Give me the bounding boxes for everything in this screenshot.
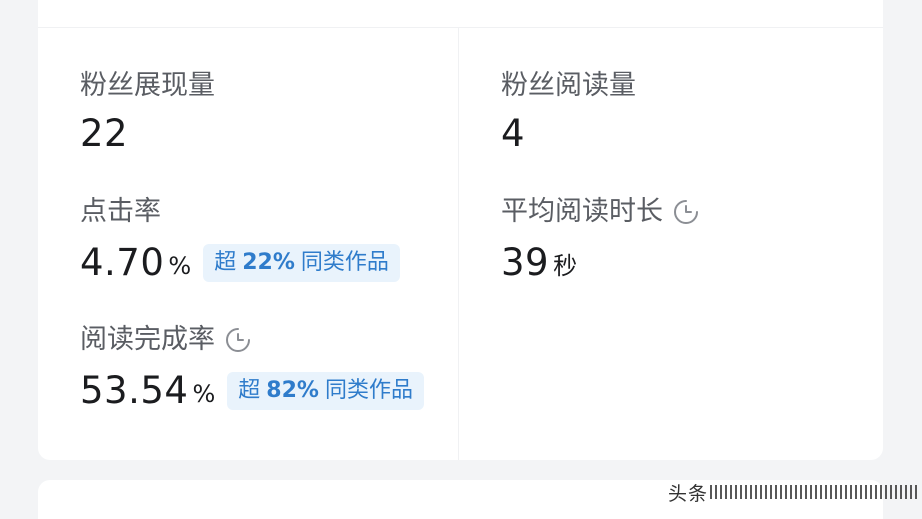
metric-label: 平均阅读时长 [501, 196, 663, 227]
metric-label: 点击率 [80, 196, 161, 227]
metric-value: 39 [501, 241, 550, 284]
metric-label: 阅读完成率 [80, 324, 215, 355]
metric-value-row: 4.70 % 超 22% 同类作品 [80, 238, 400, 288]
metric-value: 4.70 [80, 241, 165, 284]
badge-percent: 82% [266, 378, 319, 403]
divider [38, 27, 883, 28]
clock-icon[interactable] [225, 327, 251, 353]
ranking-badge: 超 82% 同类作品 [227, 372, 424, 410]
metric-unit: 秒 [553, 252, 578, 280]
clock-icon[interactable] [673, 199, 699, 225]
ranking-badge: 超 22% 同类作品 [203, 244, 400, 282]
metric-value-row: 4 [501, 112, 525, 156]
metric-label-row: 平均阅读时长 [501, 196, 699, 228]
metric-value: 4 [501, 112, 526, 155]
metric-value: 22 [80, 112, 129, 155]
badge-prefix: 超 [238, 378, 261, 403]
badge-suffix: 同类作品 [300, 250, 389, 275]
metric-label: 粉丝阅读量 [501, 70, 636, 101]
metric-value-row: 53.54 % 超 82% 同类作品 [80, 366, 424, 416]
metric-value: 53.54 [80, 369, 189, 412]
page: 粉丝展现量 22 粉丝阅读量 4 点击率 4.70 % 超 22% 同类作品 平… [0, 0, 922, 519]
metric-unit: % [192, 380, 216, 408]
watermark: 头条 [668, 478, 921, 506]
metric-label-row: 阅读完成率 [80, 324, 251, 356]
metric-label: 粉丝展现量 [80, 70, 215, 101]
watermark-graphic [710, 485, 921, 499]
metric-value-row: 39 秒 [501, 238, 577, 288]
badge-prefix: 超 [214, 250, 237, 275]
badge-suffix: 同类作品 [324, 378, 413, 403]
watermark-text: 头条 [668, 482, 709, 505]
metric-unit: % [168, 252, 192, 280]
metric-value-row: 22 [80, 112, 128, 156]
divider [458, 28, 459, 460]
badge-percent: 22% [242, 250, 295, 275]
